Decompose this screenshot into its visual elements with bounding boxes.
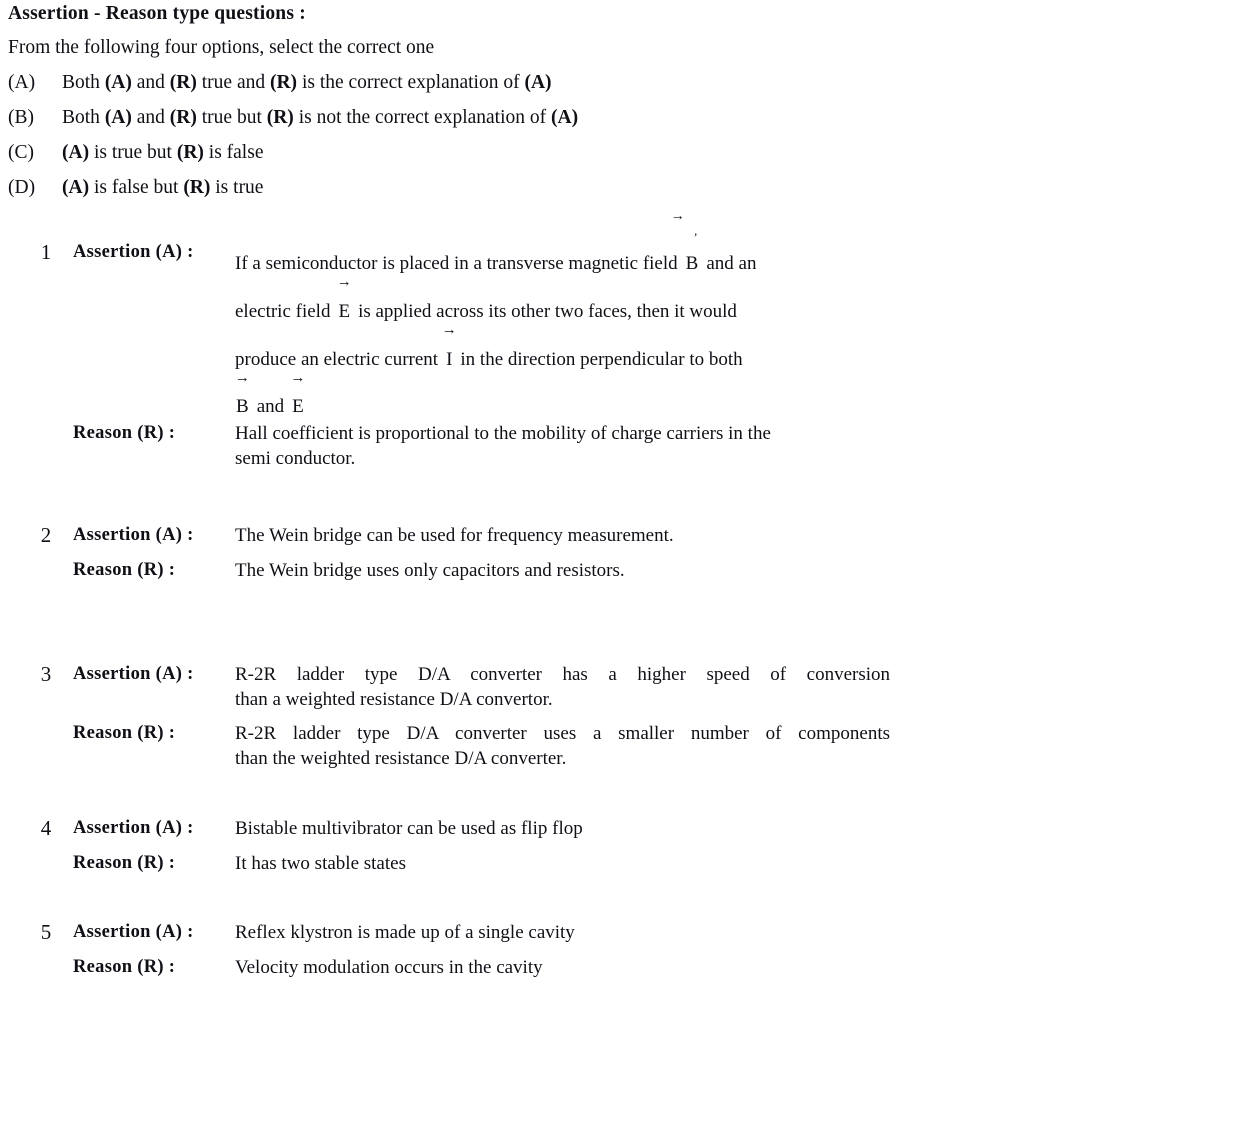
- option-b-key: (B): [8, 107, 34, 128]
- reason-line-1: The Wein bridge uses only capacitors and…: [235, 560, 625, 581]
- option-c-key: (C): [8, 142, 34, 163]
- question-3-reason-label: Reason (R) :: [73, 723, 176, 743]
- question-2-reason-body: The Wein bridge uses only capacitors and…: [235, 558, 895, 583]
- assertion-line-1: Bistable multivibrator can be used as fl…: [235, 818, 583, 839]
- vector-b-icon: → B’: [670, 209, 699, 275]
- vector-i-icon: → I: [441, 322, 457, 371]
- question-2: 2 Assertion (A) : The Wein bridge can be…: [0, 523, 1246, 598]
- assertion-line-3: produce an electric current → Iin the dire…: [235, 322, 900, 384]
- document-page: Assertion - Reason type questions : From…: [0, 0, 1246, 1124]
- question-2-assertion-body: The Wein bridge can be used for frequenc…: [235, 523, 895, 548]
- option-d-text: (A) is false but (R) is true: [62, 177, 264, 198]
- option-a: (A) Both (A) and (R) true and (R) is the …: [8, 72, 552, 94]
- option-c: (C) (A) is true but (R) is false: [8, 142, 263, 164]
- option-b: (B) Both (A) and (R) true but (R) is not …: [8, 107, 578, 129]
- reason-line-1: R-2R ladder type D/A converter uses a sm…: [235, 723, 890, 744]
- assertion-line-2: electric field → Eis applied across its ot…: [235, 274, 900, 336]
- reason-line-2: than the weighted resistance D/A convert…: [235, 748, 567, 769]
- question-1-assertion-body: If a semiconductor is placed in a transv…: [235, 209, 900, 430]
- question-1-reason-body: Hall coefficient is proportional to the …: [235, 421, 895, 471]
- option-b-text: Both (A) and (R) true but (R) is not the…: [62, 107, 579, 128]
- question-5: 5 Assertion (A) : Reflex klystron is mad…: [0, 920, 1246, 995]
- assertion-line-1: If a semiconductor is placed in a transv…: [235, 209, 900, 288]
- question-5-assertion-label: Assertion (A) :: [73, 922, 194, 942]
- question-5-reason-label: Reason (R) :: [73, 957, 176, 977]
- reason-line-2: semi conductor.: [235, 448, 356, 469]
- reason-line-1: Velocity modulation occurs in the cavity: [235, 957, 543, 978]
- question-2-assertion-label: Assertion (A) :: [73, 525, 194, 545]
- assertion-line-1: The Wein bridge can be used for frequenc…: [235, 525, 674, 546]
- question-5-assertion-body: Reflex klystron is made up of a single c…: [235, 920, 895, 945]
- option-a-text: Both (A) and (R) true and (R) is the cor…: [62, 72, 552, 93]
- option-d-key: (D): [8, 177, 36, 198]
- question-2-number: 2: [40, 523, 52, 547]
- question-4-assertion-label: Assertion (A) :: [73, 818, 194, 838]
- question-1-reason-label: Reason (R) :: [73, 423, 176, 443]
- question-4-number: 4: [40, 816, 52, 840]
- option-a-key: (A): [8, 72, 36, 93]
- page-title: Assertion - Reason type questions :: [8, 3, 306, 24]
- assertion-line-2: than a weighted resistance D/A convertor…: [235, 689, 553, 710]
- question-2-reason-label: Reason (R) :: [73, 560, 176, 580]
- assertion-line-1: Reflex klystron is made up of a single c…: [235, 922, 575, 943]
- option-c-text: (A) is true but (R) is false: [62, 142, 264, 163]
- vector-e-icon: → E: [336, 274, 352, 323]
- reason-line-1: It has two stable states: [235, 853, 406, 874]
- reason-line-1: Hall coefficient is proportional to the …: [235, 423, 771, 444]
- question-5-number: 5: [40, 920, 52, 944]
- question-3-number: 3: [40, 662, 52, 686]
- question-4-reason-body: It has two stable states: [235, 851, 895, 876]
- question-4-assertion-body: Bistable multivibrator can be used as fl…: [235, 816, 895, 841]
- question-1-assertion-label: Assertion (A) :: [73, 242, 194, 262]
- question-4: 4 Assertion (A) : Bistable multivibrator…: [0, 816, 1246, 891]
- option-d: (D) (A) is false but (R) is true: [8, 177, 263, 199]
- question-1-number: 1: [40, 240, 52, 264]
- instruction-text: From the following four options, select …: [8, 37, 435, 58]
- assertion-line-1: R-2R ladder type D/A converter has a hig…: [235, 664, 890, 685]
- question-3-reason-body: R-2R ladder type D/A converter uses a sm…: [235, 721, 890, 771]
- question-4-reason-label: Reason (R) :: [73, 853, 176, 873]
- question-5-reason-body: Velocity modulation occurs in the cavity: [235, 955, 895, 980]
- question-3: 3 Assertion (A) : R-2R ladder type D/A c…: [0, 662, 1246, 772]
- question-3-assertion-body: R-2R ladder type D/A converter has a hig…: [235, 662, 890, 712]
- question-1: 1 Assertion (A) : If a semiconductor is …: [0, 209, 1246, 480]
- question-3-assertion-label: Assertion (A) :: [73, 664, 194, 684]
